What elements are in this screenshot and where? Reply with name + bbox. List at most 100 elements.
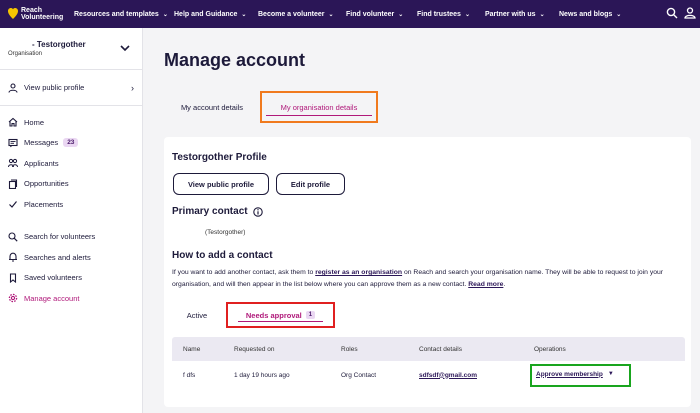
how-text-part: . bbox=[503, 280, 506, 288]
sidebar-item-label: Home bbox=[24, 117, 45, 127]
nav-label: Find volunteer bbox=[346, 10, 395, 18]
edit-profile-button[interactable]: Edit profile bbox=[276, 173, 345, 195]
chevron-down-icon: ⌄ bbox=[328, 11, 334, 18]
organisation-details-card: Testorgother Profile View public profile… bbox=[164, 137, 691, 407]
top-navigation: Reach Volunteering Resources and templat… bbox=[0, 0, 700, 28]
sidebar-item-label: Searches and alerts bbox=[24, 252, 91, 262]
sidebar-item-label: Manage account bbox=[24, 293, 80, 303]
sidebar-item-label: Placements bbox=[24, 199, 64, 209]
nav-label: Help and Guidance bbox=[174, 10, 238, 18]
column-header-name: Name bbox=[183, 345, 201, 353]
tab-needs-approval[interactable]: Needs approval 1 bbox=[226, 302, 335, 328]
tab-label: My organisation details bbox=[280, 102, 358, 112]
bell-icon bbox=[8, 252, 18, 262]
sidebar-item-applicants[interactable]: Applicants bbox=[0, 153, 142, 174]
sidebar-item-home[interactable]: Home bbox=[0, 112, 142, 133]
sidebar-item-searches-and-alerts[interactable]: Searches and alerts bbox=[0, 247, 142, 268]
tab-label: Needs approval bbox=[245, 310, 302, 320]
sidebar-item-search-for-volunteers[interactable]: Search for volunteers bbox=[0, 227, 142, 248]
home-icon bbox=[8, 117, 18, 127]
how-text-part: If you want to add another contact, ask … bbox=[172, 269, 316, 276]
tab-my-account-details[interactable]: My account details bbox=[164, 91, 260, 123]
contact-email-link[interactable]: sdfsdf@gmail.com bbox=[419, 372, 477, 379]
column-header-contact-details: Contact details bbox=[419, 345, 462, 353]
user-icon[interactable] bbox=[684, 6, 696, 20]
approve-membership-button[interactable]: Approve membership bbox=[536, 371, 603, 378]
cell-contact-details: sdfsdf@gmail.com bbox=[408, 372, 523, 379]
sidebar-item-label: Saved volunteers bbox=[24, 273, 82, 283]
check-icon bbox=[8, 199, 18, 209]
caret-down-icon[interactable]: ▼ bbox=[608, 371, 614, 377]
chevron-down-icon[interactable] bbox=[120, 44, 130, 52]
sidebar-item-label: Search for volunteers bbox=[24, 232, 96, 242]
sidebar-item-label: Messages bbox=[24, 138, 59, 148]
profile-title: Testorgother Profile bbox=[172, 152, 267, 163]
sidebar-item-saved-volunteers[interactable]: Saved volunteers bbox=[0, 268, 142, 289]
sidebar-view-public-profile-label: View public profile bbox=[24, 83, 85, 92]
search-icon[interactable] bbox=[666, 6, 678, 20]
chevron-down-icon: ⌄ bbox=[241, 11, 247, 18]
view-public-profile-button[interactable]: View public profile bbox=[173, 173, 269, 195]
applicants-icon bbox=[8, 158, 18, 168]
info-icon[interactable] bbox=[252, 206, 263, 217]
cell-roles: Org Contact bbox=[341, 371, 377, 379]
column-header-requested-on: Requested on bbox=[234, 345, 275, 353]
brand-line-2: Volunteering bbox=[21, 14, 64, 21]
chevron-down-icon: ⌄ bbox=[398, 11, 404, 18]
nav-partner-with-us[interactable]: Partner with us ⌄ bbox=[485, 11, 559, 18]
nav-label: Partner with us bbox=[485, 10, 536, 18]
messages-count-badge: 23 bbox=[63, 138, 79, 148]
brand-line-1: Reach bbox=[21, 7, 43, 14]
table-header: Name Requested on Roles Contact details … bbox=[172, 337, 685, 361]
sidebar-item-manage-account[interactable]: Manage account bbox=[0, 288, 142, 309]
column-header-roles: Roles bbox=[341, 345, 358, 353]
page-title: Manage account bbox=[164, 50, 306, 70]
nav-help-and-guidance[interactable]: Help and Guidance ⌄ bbox=[174, 11, 258, 18]
tab-active[interactable]: Active bbox=[175, 302, 219, 328]
sidebar: - Testorgother Organisation View public … bbox=[0, 28, 143, 413]
nav-become-a-volunteer[interactable]: Become a volunteer ⌄ bbox=[258, 11, 346, 18]
nav-label: Become a volunteer bbox=[258, 10, 325, 18]
gear-icon bbox=[8, 293, 18, 303]
nav-label: Find trustees bbox=[417, 10, 461, 18]
approve-membership-dropdown[interactable]: Approve membership ▼ bbox=[530, 363, 631, 387]
column-header-operations: Operations bbox=[534, 345, 566, 353]
contact-status-tabs: Active Needs approval 1 bbox=[175, 302, 335, 328]
sidebar-item-placements[interactable]: Placements bbox=[0, 194, 142, 215]
sidebar-item-label: Applicants bbox=[24, 158, 59, 168]
how-to-add-contact-text: If you want to add another contact, ask … bbox=[172, 267, 684, 290]
cell-name: f dfs bbox=[183, 371, 196, 379]
messages-icon bbox=[8, 138, 18, 148]
how-to-add-contact-title: How to add a contact bbox=[172, 250, 273, 261]
register-as-organisation-link[interactable]: register as an organisation bbox=[315, 269, 402, 276]
tab-selected-underline bbox=[266, 114, 372, 116]
sidebar-item-opportunities[interactable]: Opportunities bbox=[0, 174, 142, 195]
sidebar-view-public-profile[interactable]: View public profile › bbox=[0, 70, 142, 106]
opportunities-icon bbox=[8, 179, 18, 189]
sidebar-item-messages[interactable]: Messages 23 bbox=[0, 133, 142, 154]
tab-selected-underline bbox=[238, 320, 323, 322]
read-more-link[interactable]: Read more bbox=[468, 281, 503, 288]
organisation-switcher[interactable]: - Testorgother Organisation bbox=[0, 28, 142, 70]
nav-find-volunteer[interactable]: Find volunteer ⌄ bbox=[346, 11, 417, 18]
primary-contact-title: Primary contact bbox=[172, 206, 248, 217]
bookmark-icon bbox=[8, 273, 18, 283]
cell-requested-on: 1 day 19 hours ago bbox=[234, 371, 290, 379]
chevron-down-icon: ⌄ bbox=[539, 11, 545, 18]
nav-resources-and-templates[interactable]: Resources and templates ⌄ bbox=[74, 11, 174, 18]
contacts-table: Name Requested on Roles Contact details … bbox=[172, 337, 685, 389]
primary-contact-heading: Primary contact bbox=[172, 206, 263, 217]
reach-logo[interactable]: Reach Volunteering bbox=[8, 7, 74, 21]
nav-news-and-blogs[interactable]: News and blogs ⌄ bbox=[559, 11, 639, 18]
chevron-down-icon: ⌄ bbox=[464, 11, 470, 18]
person-icon bbox=[8, 82, 18, 93]
cell-operations: Approve membership ▼ bbox=[523, 363, 685, 387]
table-row: f dfs 1 day 19 hours ago Org Contact sdf… bbox=[172, 361, 685, 389]
needs-approval-count-badge: 1 bbox=[305, 311, 316, 319]
chevron-down-icon: ⌄ bbox=[162, 11, 168, 18]
search-icon bbox=[8, 232, 18, 242]
main-content: Manage account My account details My org… bbox=[143, 28, 700, 413]
tab-my-organisation-details[interactable]: My organisation details bbox=[260, 91, 378, 123]
account-tabs: My account details My organisation detai… bbox=[164, 91, 378, 123]
nav-find-trustees[interactable]: Find trustees ⌄ bbox=[417, 11, 485, 18]
